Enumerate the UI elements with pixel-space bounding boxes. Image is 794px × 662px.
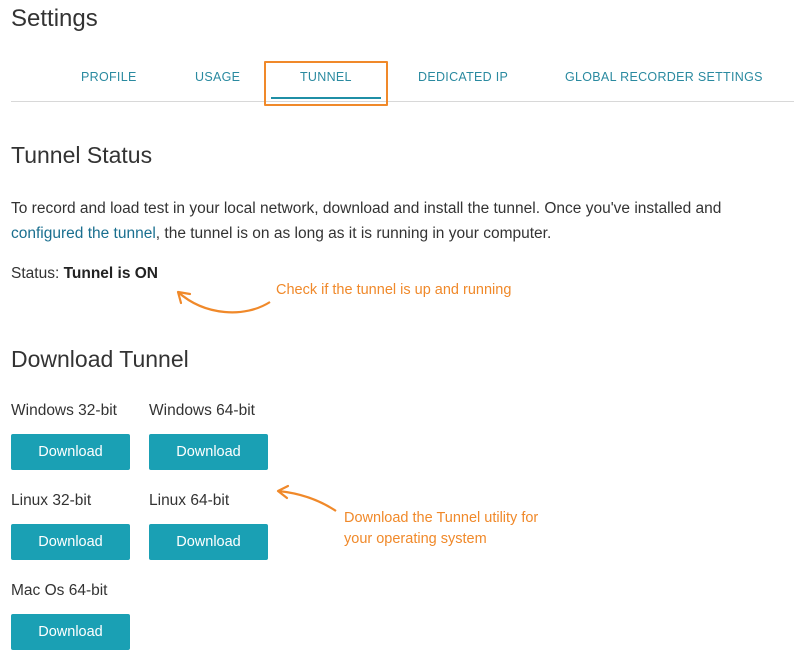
tunnel-status: Status: Tunnel is ON [11,265,158,283]
tab-highlight-box [264,61,388,106]
status-value: Tunnel is ON [63,265,159,282]
download-mac-64-button[interactable]: Download [11,614,130,650]
status-label: Status: [11,265,60,282]
download-annotation-arrow-icon [276,484,337,512]
description-text-start: To record and load test in your local ne… [11,200,722,217]
download-linux-32-button[interactable]: Download [11,524,130,560]
page-title: Settings [11,5,98,32]
download-annotation-line1: Download the Tunnel utility for [344,510,539,526]
linux-32-label: Linux 32-bit [11,492,92,509]
mac-64-label: Mac Os 64-bit [11,582,108,599]
linux-64-label: Linux 64-bit [149,492,230,509]
tab-profile[interactable]: PROFILE [81,70,137,84]
tab-usage[interactable]: USAGE [195,70,240,84]
tab-global-recorder-settings[interactable]: GLOBAL RECORDER SETTINGS [565,70,763,84]
download-tunnel-heading: Download Tunnel [11,346,189,372]
download-linux-64-button[interactable]: Download [149,524,268,560]
tab-dedicated-ip[interactable]: DEDICATED IP [418,70,508,84]
status-annotation-arrow-icon [176,290,271,314]
configured-tunnel-link[interactable]: configured the tunnel [11,225,156,242]
tunnel-status-heading: Tunnel Status [11,142,153,168]
download-annotation: Download the Tunnel utility for your ope… [344,508,538,550]
tabs-bar: PROFILE USAGE TUNNEL DEDICATED IP GLOBAL… [11,56,794,102]
description-text-end: , the tunnel is on as long as it is runn… [155,225,552,242]
download-annotation-line2: your operating system [344,531,487,547]
windows-64-label: Windows 64-bit [149,402,255,419]
download-windows-32-button[interactable]: Download [11,434,130,470]
download-windows-64-button[interactable]: Download [149,434,268,470]
status-annotation: Check if the tunnel is up and running [276,282,512,298]
tunnel-description: To record and load test in your local ne… [11,196,794,246]
windows-32-label: Windows 32-bit [11,402,117,419]
